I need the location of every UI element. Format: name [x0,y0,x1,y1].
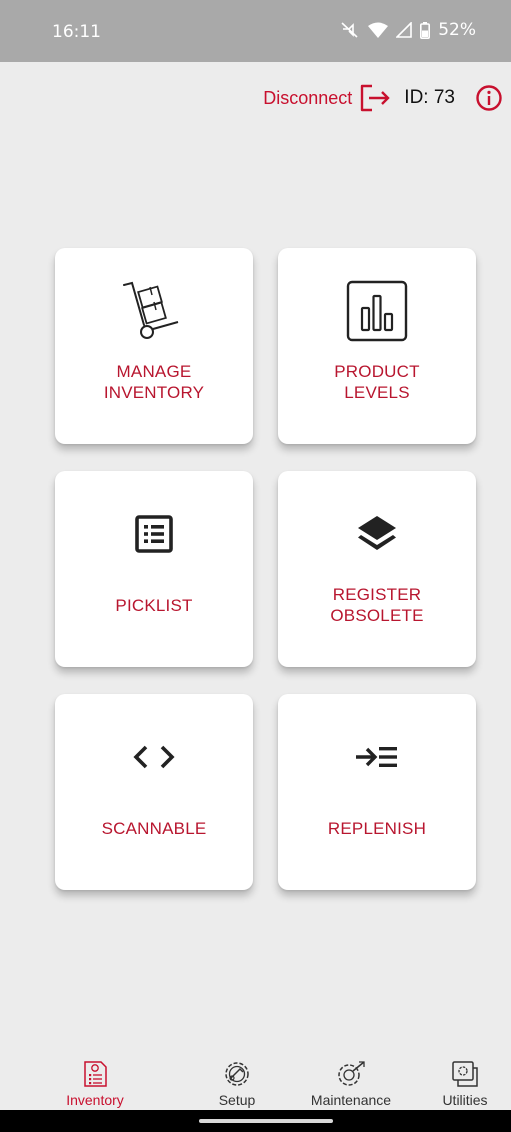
tile-label: MANAGE INVENTORY [103,362,205,402]
tile-replenish[interactable]: REPLENISH [278,694,476,890]
tile-label: PICKLIST [115,595,193,615]
nav-item-maintenance[interactable]: Maintenance [296,1060,406,1110]
home-indicator[interactable] [199,1119,333,1123]
status-time: 16:11 [52,22,101,42]
tile-manage-inventory[interactable]: MANAGE INVENTORY [55,248,253,444]
battery-icon [420,21,431,39]
disconnect-button[interactable]: Disconnect [263,88,352,109]
bottom-nav: Inventory Setup Maintenance Utilities [0,1060,511,1110]
nav-label: Maintenance [310,1092,392,1108]
nav-item-utilities[interactable]: Utilities [410,1060,511,1110]
header-row: Disconnect ID: 73 [263,82,503,114]
battery-percent: 52% [438,20,476,40]
utilities-icon [410,1060,511,1088]
logout-icon[interactable] [358,82,392,114]
tile-register-obsolete[interactable]: REGISTER OBSOLETE [278,471,476,667]
maintenance-icon [296,1060,406,1088]
code-brackets-icon [55,724,253,790]
gesture-bar [0,1110,511,1132]
tile-label: SCANNABLE [101,818,207,838]
tile-label: PRODUCT LEVELS [334,362,420,402]
nav-label: Setup [218,1092,256,1108]
info-icon[interactable] [475,84,503,112]
signal-icon [396,22,413,38]
tile-scannable[interactable]: SCANNABLE [55,694,253,890]
tile-picklist[interactable]: PICKLIST [55,471,253,667]
tile-product-levels[interactable]: PRODUCT LEVELS [278,248,476,444]
nav-label: Inventory [66,1092,124,1108]
arrow-list-icon [278,724,476,790]
hand-truck-icon [55,278,253,344]
nav-label: Utilities [442,1092,488,1108]
list-icon [55,501,253,567]
device-id: ID: 73 [404,87,455,108]
inventory-icon [40,1060,150,1088]
tile-label: REPLENISH [327,818,427,838]
status-bar: 16:11 52% [0,0,511,62]
bar-chart-icon [278,278,476,344]
mute-icon [340,21,360,39]
tile-label: REGISTER OBSOLETE [330,585,424,625]
nav-item-inventory[interactable]: Inventory [40,1060,150,1110]
layers-icon [278,501,476,567]
status-icons: 52% [340,20,476,40]
nav-item-setup[interactable]: Setup [182,1060,292,1110]
wifi-icon [368,22,389,38]
setup-icon [182,1060,292,1088]
